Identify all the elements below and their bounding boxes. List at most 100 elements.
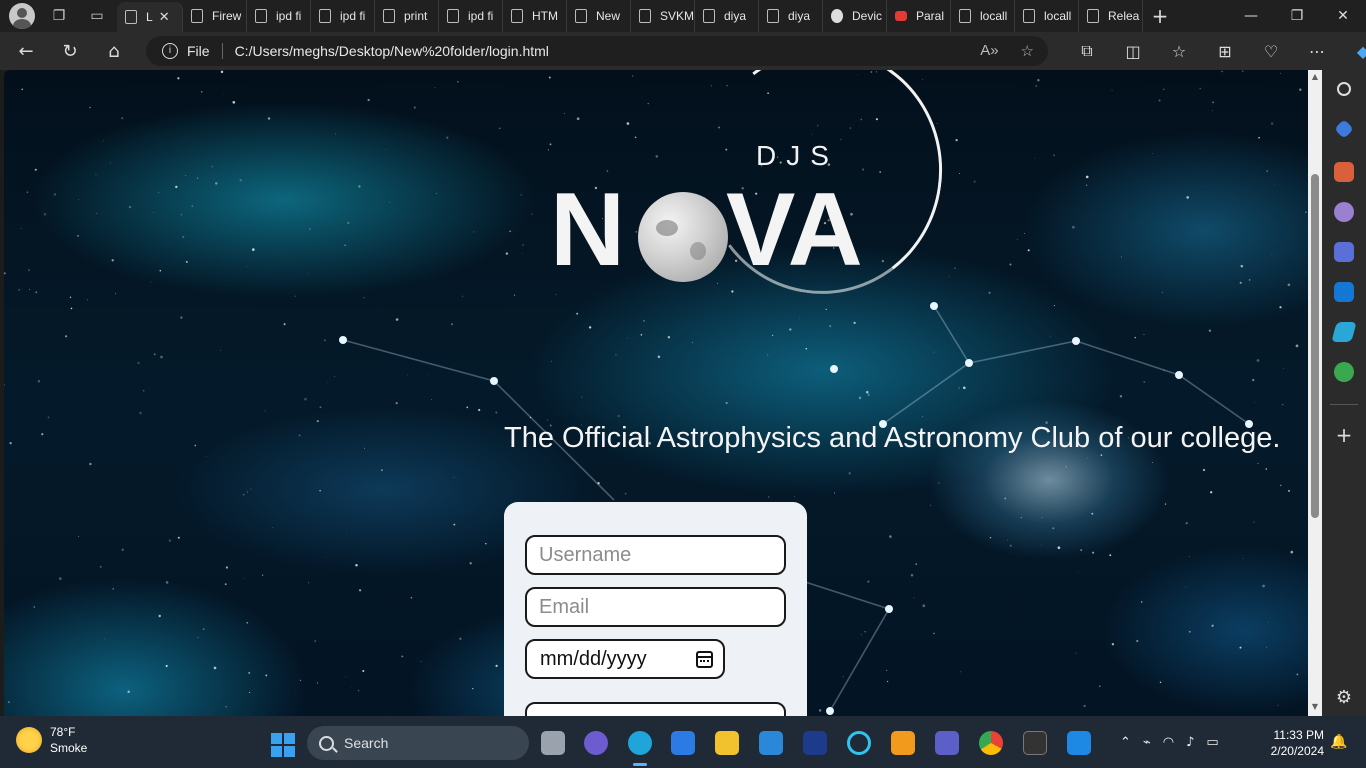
file-explorer-icon[interactable] — [715, 731, 739, 755]
github-icon — [831, 9, 843, 23]
split-screen-icon[interactable]: ◫ — [1110, 42, 1156, 61]
tree-icon[interactable] — [1334, 362, 1354, 382]
tab-label: diya — [724, 9, 747, 23]
home-button[interactable]: ⌂ — [96, 35, 132, 67]
page-icon — [383, 9, 395, 23]
copilot-icon[interactable]: ◆ — [1340, 42, 1366, 61]
browser-tab[interactable]: diya — [695, 0, 759, 32]
browser-tab[interactable]: ipd fi — [311, 0, 375, 32]
read-aloud-icon[interactable]: A» — [980, 42, 998, 60]
navigation-bar: ← ↻ ⌂ i File C:/Users/meghs/Desktop/New%… — [0, 32, 1366, 70]
username-input[interactable] — [525, 535, 786, 575]
network-icon[interactable]: ⌁ — [1143, 735, 1151, 750]
start-button-windows-icon[interactable] — [271, 733, 295, 757]
refresh-button[interactable]: ↻ — [52, 35, 88, 67]
site-info-icon[interactable]: i — [162, 43, 178, 59]
battery-icon[interactable]: ▭ — [1206, 735, 1218, 750]
tab-label: HTM — [532, 9, 558, 23]
browser-tab[interactable]: Paral — [887, 0, 951, 32]
favorites-icon[interactable]: ☆ — [1156, 42, 1202, 61]
performance-icon[interactable]: ♡ — [1248, 42, 1294, 61]
tab-label: SVKM — [660, 9, 695, 23]
edge-browser-icon[interactable] — [628, 731, 652, 766]
minimize-button[interactable]: — — [1228, 0, 1274, 32]
add-sidebar-app-icon[interactable]: + — [1334, 425, 1354, 446]
mail-icon[interactable] — [759, 731, 783, 755]
address-bar[interactable]: i File C:/Users/meghs/Desktop/New%20fold… — [146, 36, 1048, 66]
shopping-tag-icon[interactable] — [1334, 119, 1354, 139]
show-hidden-icons-chevron-icon[interactable]: ⌃ — [1120, 735, 1131, 750]
page-icon — [767, 9, 779, 23]
page-icon — [125, 10, 137, 24]
workspaces-icon[interactable]: ❐ — [45, 2, 73, 30]
profile-avatar[interactable] — [9, 3, 35, 29]
page-scrollbar[interactable]: ▲ ▼ — [1308, 70, 1322, 716]
scrollbar-thumb[interactable] — [1311, 174, 1319, 518]
weather-widget[interactable]: 78°F Smoke — [16, 724, 87, 756]
browser-tab[interactable]: ipd fi — [439, 0, 503, 32]
email-input[interactable] — [525, 587, 786, 627]
tab-label: locall — [1044, 9, 1072, 23]
browser-tab[interactable]: Relea — [1079, 0, 1143, 32]
alexa-icon[interactable] — [847, 731, 871, 755]
outlook-icon[interactable] — [1334, 282, 1354, 302]
restore-button[interactable]: ❐ — [1274, 0, 1320, 32]
tab-label: Relea — [1108, 9, 1140, 23]
browser-tab[interactable]: L ✕ — [117, 2, 183, 32]
next-form-field[interactable] — [525, 702, 786, 716]
tab-label: Devic — [852, 9, 883, 23]
browser-tab[interactable]: HTM — [503, 0, 567, 32]
new-tab-button[interactable]: + — [1143, 4, 1177, 28]
games-icon[interactable] — [1334, 202, 1354, 222]
extensions-icon[interactable]: ⧉ — [1064, 41, 1110, 61]
tools-briefcase-icon[interactable] — [1334, 162, 1354, 182]
browser-tab[interactable]: diya — [759, 0, 823, 32]
taskbar-clock[interactable]: 11:33 PM 2/20/2024 — [1264, 727, 1324, 759]
address-scheme: File — [187, 43, 210, 59]
chat-app-icon[interactable] — [891, 731, 915, 755]
close-window-button[interactable]: ✕ — [1320, 0, 1366, 32]
volume-icon[interactable]: ♪ — [1186, 735, 1194, 750]
browser-tab[interactable]: New — [567, 0, 631, 32]
club-tagline: The Official Astrophysics and Astronomy … — [504, 422, 1281, 454]
more-menu-icon[interactable]: ⋯ — [1294, 42, 1340, 61]
browser-tab[interactable]: SVKM — [631, 0, 695, 32]
vscode-icon[interactable] — [1067, 731, 1091, 755]
search-icon[interactable] — [1337, 82, 1351, 96]
clock-time: 11:33 PM — [1273, 728, 1324, 742]
address-url[interactable]: C:/Users/meghs/Desktop/New%20folder/logi… — [235, 43, 549, 59]
browser-tab[interactable]: locall — [1015, 0, 1079, 32]
browser-tab[interactable]: print — [375, 0, 439, 32]
browser-tab[interactable]: ipd fi — [247, 0, 311, 32]
page-icon — [511, 9, 523, 23]
collections-icon[interactable]: ⊞ — [1202, 42, 1248, 61]
terminal-icon[interactable] — [1023, 731, 1047, 755]
logo-n-letter: N — [550, 172, 626, 288]
close-tab-icon[interactable]: ✕ — [159, 9, 170, 25]
calendar-icon[interactable] — [696, 651, 713, 668]
notifications-bell-icon[interactable]: 🔔 — [1330, 734, 1347, 750]
microsoft-store-icon[interactable] — [671, 731, 695, 755]
send-icon[interactable] — [1331, 322, 1357, 342]
page-icon — [703, 9, 715, 23]
date-input[interactable]: mm/dd/yyyy — [525, 639, 725, 679]
browser-tab[interactable]: Devic — [823, 0, 887, 32]
wifi-icon[interactable]: ◠ — [1163, 735, 1174, 750]
teams-icon[interactable] — [935, 731, 959, 755]
meet-icon[interactable] — [584, 731, 608, 755]
chrome-icon[interactable] — [979, 731, 1003, 755]
taskbar-search-box[interactable]: Search — [307, 726, 529, 760]
l-app-icon[interactable] — [803, 731, 827, 755]
scroll-up-arrow-icon[interactable]: ▲ — [1310, 72, 1320, 82]
sidebar-settings-gear-icon[interactable]: ⚙ — [1334, 688, 1354, 708]
back-button[interactable]: ← — [8, 35, 44, 67]
tab-strip: ❐ ▭ L ✕ Firew ipd fi ipd fi print ipd fi HTM New… — [0, 0, 1366, 32]
browser-tab[interactable]: Firew — [183, 0, 247, 32]
task-view-icon[interactable] — [541, 731, 565, 755]
favorite-star-icon[interactable]: ☆ — [1021, 42, 1034, 60]
microsoft365-icon[interactable] — [1334, 242, 1354, 262]
browser-tab[interactable]: locall — [951, 0, 1015, 32]
scroll-down-arrow-icon[interactable]: ▼ — [1310, 702, 1320, 712]
tab-actions-icon[interactable]: ▭ — [83, 2, 111, 30]
page-icon — [255, 9, 267, 23]
